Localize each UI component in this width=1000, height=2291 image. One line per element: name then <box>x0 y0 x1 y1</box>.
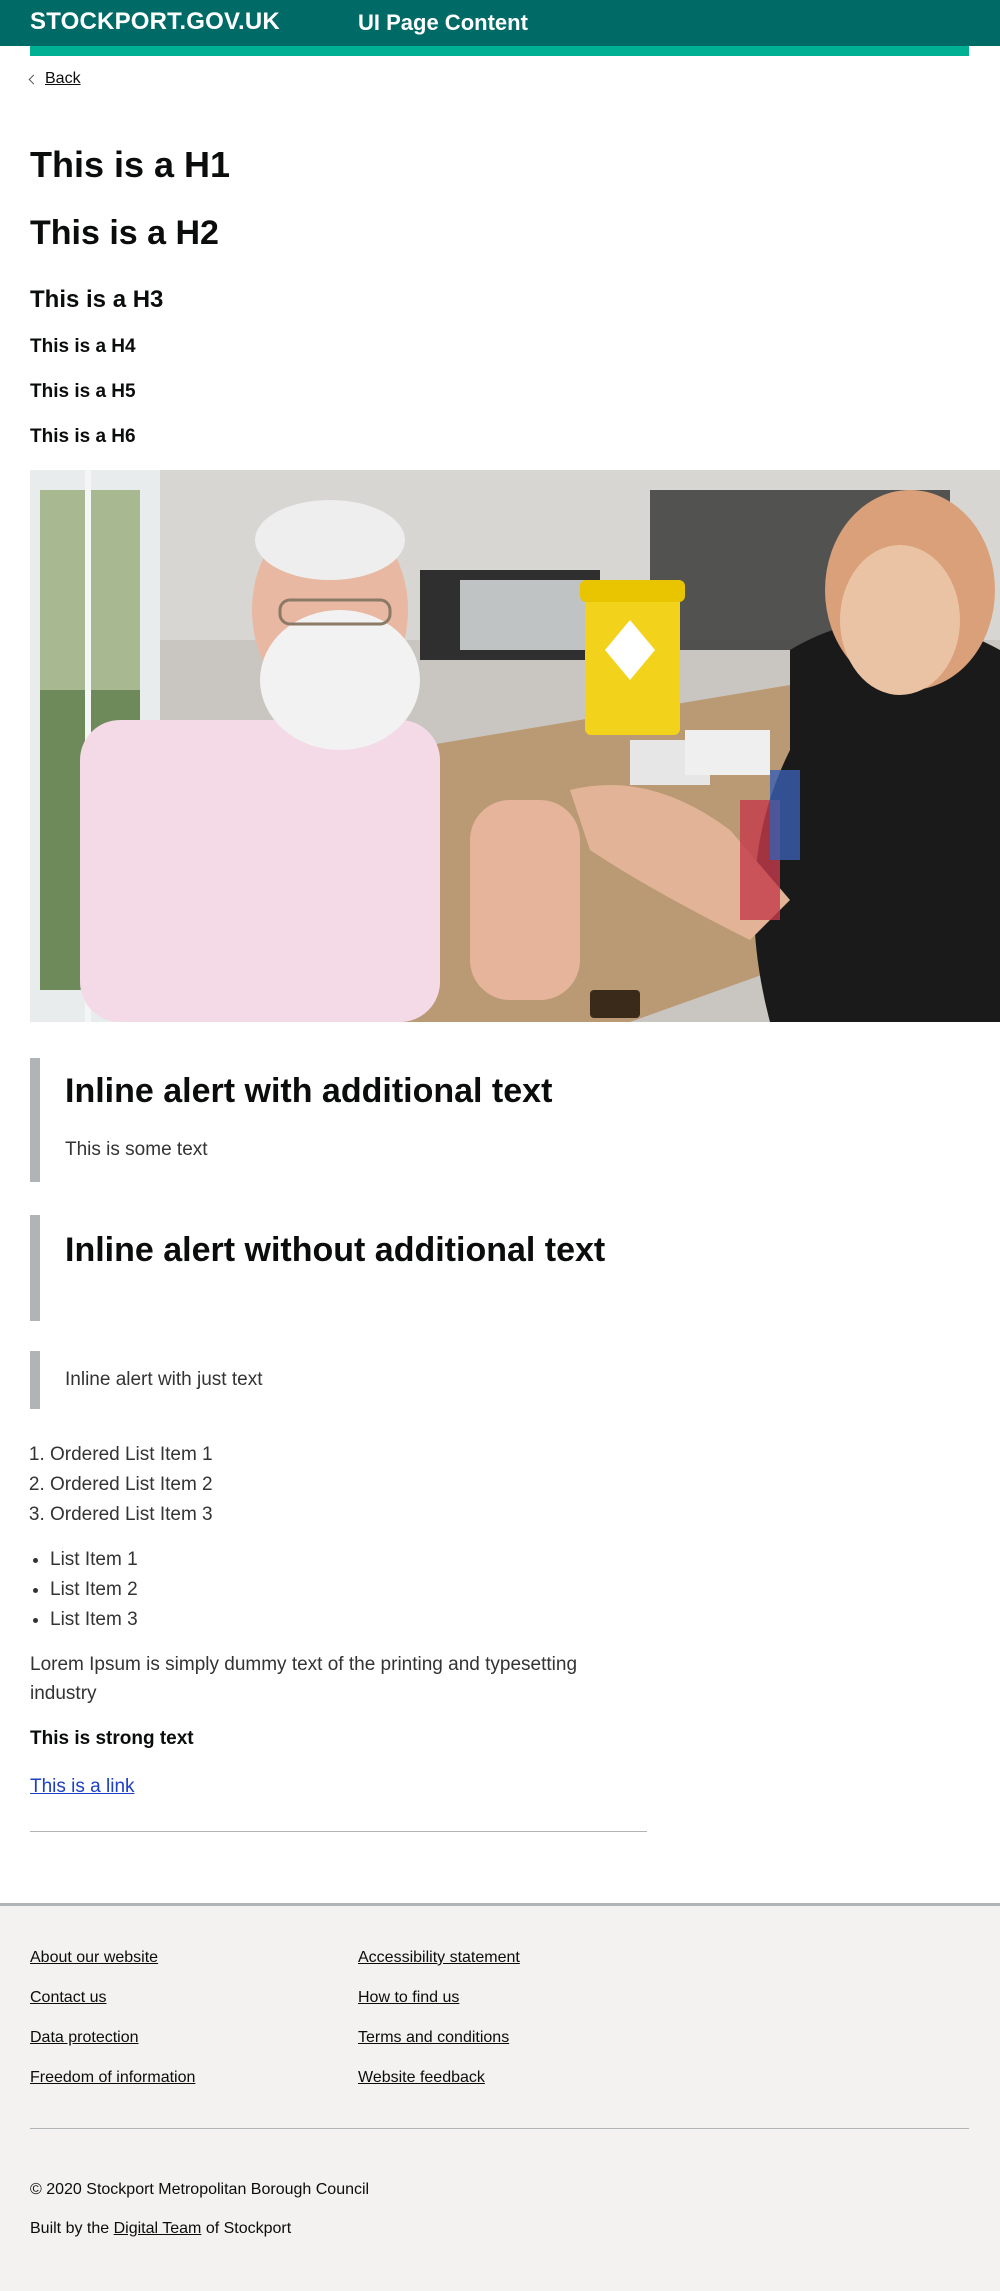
site-footer: About our website Contact us Data protec… <box>0 1903 1000 2291</box>
body-paragraph: Lorem Ipsum is simply dummy text of the … <box>30 1654 578 1704</box>
footer-link-feedback[interactable]: Website feedback <box>358 2068 520 2108</box>
ordered-list-item: Ordered List Item 1 <box>50 1440 213 1470</box>
heading-6: This is a H6 <box>30 426 136 447</box>
footer-link-contact[interactable]: Contact us <box>30 1988 195 2028</box>
footer-link-about[interactable]: About our website <box>30 1948 195 1988</box>
footer-link-terms[interactable]: Terms and conditions <box>358 2028 520 2068</box>
inline-alert-with-text: Inline alert with additional text This i… <box>30 1058 660 1182</box>
footer-link-foi[interactable]: Freedom of information <box>30 2068 195 2108</box>
strong-text: This is strong text <box>30 1728 194 1749</box>
built-by-prefix: Built by the <box>30 2220 110 2237</box>
footer-links-column-2: Accessibility statement How to find us T… <box>358 1948 520 2108</box>
ordered-list-item: Ordered List Item 3 <box>50 1500 213 1530</box>
header-accent-bar <box>30 46 969 56</box>
service-name[interactable]: UI Page Content <box>358 10 528 36</box>
footer-divider <box>30 2128 969 2129</box>
copyright-text: © 2020 Stockport Metropolitan Borough Co… <box>30 2181 370 2198</box>
list-item: List Item 1 <box>50 1545 138 1575</box>
list-item: List Item 2 <box>50 1575 138 1605</box>
unordered-list: List Item 1 List Item 2 List Item 3 <box>30 1545 138 1635</box>
heading-4: This is a H4 <box>30 336 136 357</box>
back-link-text[interactable]: Back <box>45 70 81 88</box>
built-by-text: Built by the Digital Team of Stockport <box>30 2220 291 2238</box>
heading-3: This is a H3 <box>30 286 164 313</box>
footer-link-data-protection[interactable]: Data protection <box>30 2028 195 2068</box>
back-link[interactable]: Back <box>28 70 81 88</box>
heading-2: This is a H2 <box>30 214 219 252</box>
list-item: List Item 3 <box>50 1605 138 1635</box>
site-logo-link[interactable]: STOCKPORT.GOV.UK <box>30 8 280 36</box>
site-header: STOCKPORT.GOV.UK UI Page Content <box>0 0 1000 46</box>
inline-alert-title: Inline alert without additional text <box>65 1231 606 1269</box>
heading-5: This is a H5 <box>30 381 136 402</box>
inline-alert-text: This is some text <box>65 1139 208 1161</box>
heading-1: This is a H1 <box>30 144 231 185</box>
ordered-list: Ordered List Item 1 Ordered List Item 2 … <box>30 1440 213 1530</box>
chevron-left-icon <box>28 74 39 84</box>
example-link[interactable]: This is a link <box>30 1776 135 1798</box>
footer-link-accessibility[interactable]: Accessibility statement <box>358 1948 520 1988</box>
digital-team-link[interactable]: Digital Team <box>114 2220 202 2237</box>
footer-link-find-us[interactable]: How to find us <box>358 1988 520 2028</box>
inline-alert-text: Inline alert with just text <box>65 1369 263 1390</box>
inline-alert-just-text: Inline alert with just text <box>30 1351 660 1409</box>
built-by-suffix: of Stockport <box>205 2220 292 2237</box>
inline-alert-title: Inline alert with additional text <box>65 1072 553 1110</box>
vaccination-photo <box>30 470 1000 1022</box>
footer-links-column-1: About our website Contact us Data protec… <box>30 1948 195 2108</box>
section-divider <box>30 1831 647 1832</box>
ordered-list-item: Ordered List Item 2 <box>50 1470 213 1500</box>
inline-alert-without-text: Inline alert without additional text <box>30 1215 660 1321</box>
